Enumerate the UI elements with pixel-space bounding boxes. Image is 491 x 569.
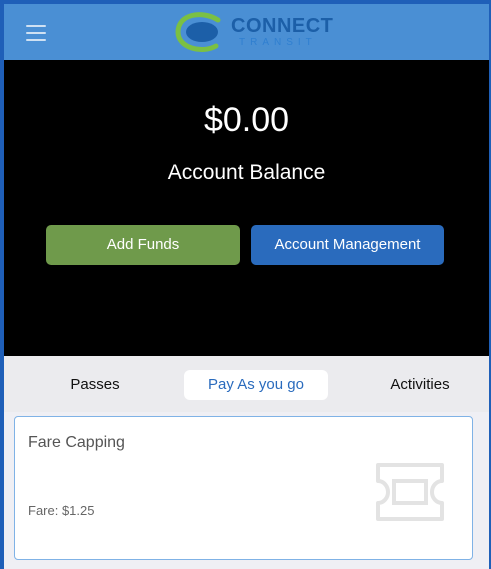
app-header: CONNECT TRANSIT	[4, 4, 489, 60]
fare-capping-card[interactable]: Fare Capping Fare: $1.25	[14, 416, 473, 560]
connect-transit-logo: CONNECT TRANSIT	[172, 10, 333, 54]
menu-icon[interactable]	[26, 23, 52, 43]
app-screen: CONNECT TRANSIT $0.00 Account Balance Ad…	[4, 4, 489, 569]
account-management-button[interactable]: Account Management	[251, 225, 444, 265]
account-balance-amount: $0.00	[203, 101, 290, 139]
logo-subtitle: TRANSIT	[239, 37, 317, 48]
logo-swoosh-icon	[175, 12, 221, 52]
add-funds-button[interactable]: Add Funds	[46, 225, 240, 265]
tab-activities[interactable]: Activities	[370, 370, 470, 400]
balance-panel: $0.00 Account Balance Add Funds Account …	[4, 60, 489, 356]
ticket-icon	[376, 463, 444, 521]
logo-wordmark: CONNECT	[231, 15, 334, 37]
tab-bar: Passes Pay As you go Activities	[4, 356, 489, 412]
fare-amount: Fare: $1.25	[28, 503, 95, 518]
card-title: Fare Capping	[28, 434, 125, 451]
account-balance-label: Account Balance	[167, 161, 326, 184]
tab-passes[interactable]: Passes	[50, 370, 140, 400]
tab-pay-as-you-go[interactable]: Pay As you go	[184, 370, 328, 400]
